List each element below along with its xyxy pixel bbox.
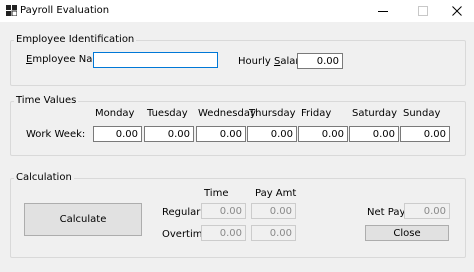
pay-amount-header: Pay Amt — [255, 188, 297, 199]
close-button[interactable]: Close — [365, 225, 449, 241]
day-header-tuesday: Tuesday — [147, 108, 188, 119]
overtime-pay-field — [251, 225, 296, 241]
calculate-button-label: Calculate — [59, 214, 107, 225]
day-header-wednesday: Wednesday — [198, 108, 256, 119]
monday-hours-input[interactable] — [93, 126, 142, 142]
net-pay-label: Net Pay: — [367, 207, 409, 218]
day-header-monday: Monday — [95, 108, 135, 119]
close-icon — [452, 6, 462, 16]
minimize-button[interactable] — [368, 0, 398, 22]
regular-pay-field — [251, 203, 296, 219]
overtime-time-field — [201, 225, 246, 241]
saturday-hours-input[interactable] — [349, 126, 399, 142]
day-header-friday: Friday — [301, 108, 332, 119]
wednesday-hours-input[interactable] — [196, 126, 246, 142]
time-values-label: Time Values — [14, 95, 79, 106]
friday-hours-input[interactable] — [298, 126, 348, 142]
day-header-thursday: Thursday — [249, 108, 296, 119]
maximize-icon — [418, 6, 428, 16]
day-header-saturday: Saturday — [352, 108, 398, 119]
app-icon — [6, 5, 17, 16]
close-window-button[interactable] — [442, 0, 472, 22]
day-header-sunday: Sunday — [403, 108, 441, 119]
thursday-hours-input[interactable] — [247, 126, 297, 142]
calculate-button[interactable]: Calculate — [24, 203, 142, 236]
tuesday-hours-input[interactable] — [144, 126, 194, 142]
time-header: Time — [204, 188, 229, 199]
minimize-icon — [378, 11, 388, 12]
close-button-label: Close — [393, 227, 421, 239]
net-pay-field — [404, 203, 450, 219]
regular-time-field — [201, 203, 246, 219]
regular-label: Regular: — [162, 207, 204, 218]
calculation-label: Calculation — [14, 172, 74, 183]
employee-identification-label: Employee Identification — [14, 34, 137, 45]
hourly-salary-input[interactable] — [297, 53, 343, 69]
sunday-hours-input[interactable] — [400, 126, 450, 142]
employee-name-input[interactable] — [93, 52, 218, 68]
window-title: Payroll Evaluation — [20, 5, 110, 16]
maximize-button[interactable] — [408, 0, 438, 22]
work-week-label: Work Week: — [26, 129, 86, 140]
hourly-salary-label-pre: Hourly — [238, 56, 274, 67]
title-bar: Payroll Evaluation — [0, 0, 474, 22]
